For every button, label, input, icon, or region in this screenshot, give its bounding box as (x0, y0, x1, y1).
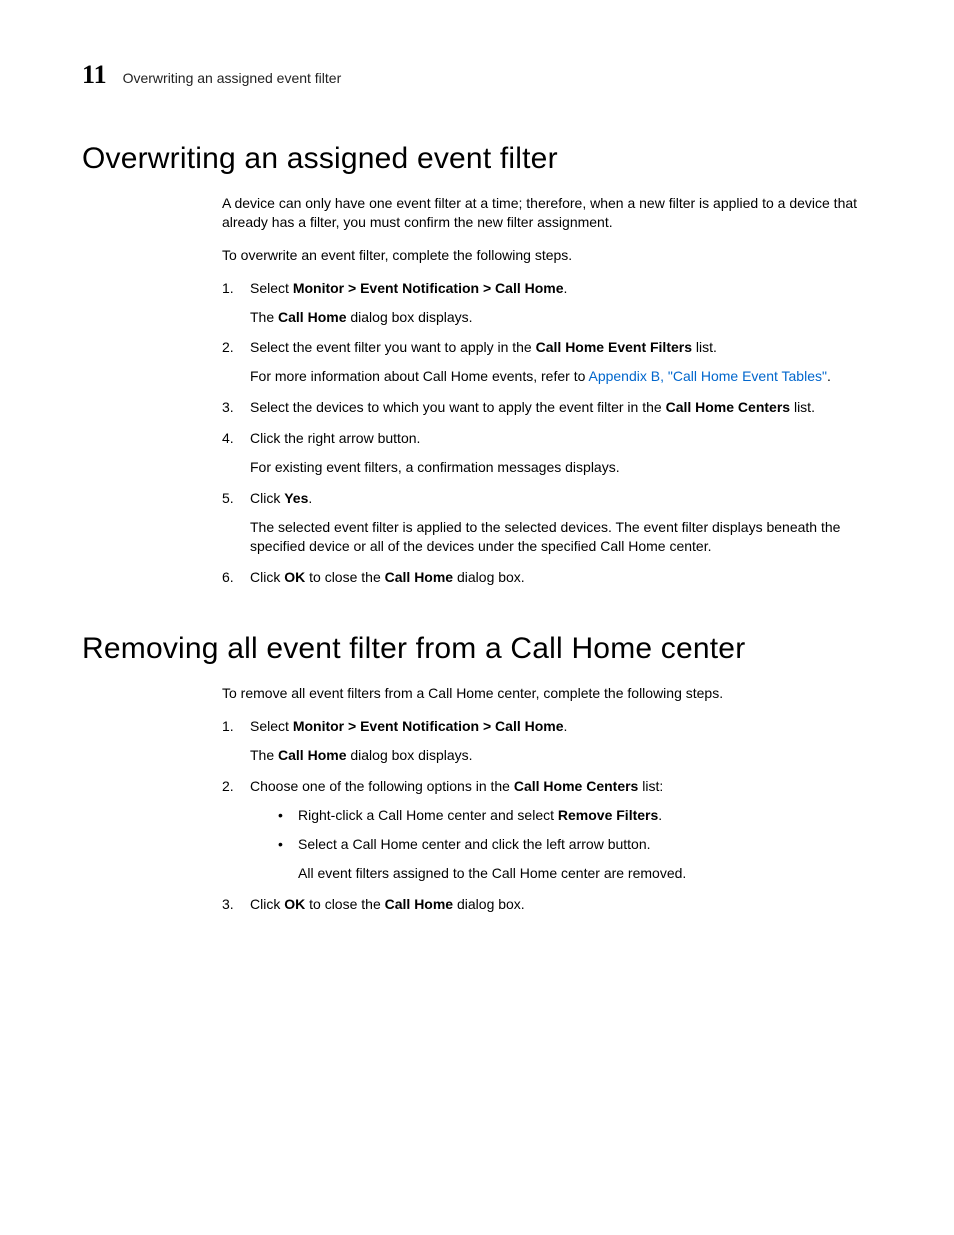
step-info: For more information about Call Home eve… (250, 368, 588, 384)
section-heading-removing: Removing all event filter from a Call Ho… (82, 632, 884, 666)
step-result: All event filters assigned to the Call H… (298, 864, 874, 883)
procedure-step: Select Monitor > Event Notification > Ca… (222, 279, 874, 327)
step-text: Click (250, 490, 284, 506)
step-text: Click (250, 569, 284, 585)
step-text: list. (790, 399, 815, 415)
ui-term: Call Home Centers (666, 399, 790, 415)
step-text: Select the devices to which you want to … (250, 399, 666, 415)
intro-paragraph: To remove all event filters from a Call … (222, 684, 874, 703)
page: 11 Overwriting an assigned event filter … (0, 0, 954, 986)
procedure-list: Select Monitor > Event Notification > Ca… (222, 279, 874, 587)
step-result: dialog box displays. (346, 747, 472, 763)
section1-body: A device can only have one event filter … (222, 194, 874, 586)
section-heading-overwriting: Overwriting an assigned event filter (82, 142, 884, 176)
ui-term: Call Home (385, 896, 453, 912)
ui-term: Call Home (278, 309, 346, 325)
step-text: Select (250, 280, 293, 296)
step-text: dialog box. (453, 569, 525, 585)
step-result: The selected event filter is applied to … (250, 518, 874, 556)
step-text: . (564, 718, 568, 734)
step-text: Select (250, 718, 293, 734)
menu-path: Monitor > Event Notification > Call Home (293, 718, 564, 734)
ui-term: Call Home (278, 747, 346, 763)
intro-paragraph: A device can only have one event filter … (222, 194, 874, 232)
step-text: dialog box. (453, 896, 525, 912)
intro-paragraph: To overwrite an event filter, complete t… (222, 246, 874, 265)
step-info: . (827, 368, 831, 384)
step-result: dialog box displays. (346, 309, 472, 325)
step-text: Select the event filter you want to appl… (250, 339, 536, 355)
option-text: Right-click a Call Home center and selec… (298, 807, 558, 823)
ui-term: OK (284, 569, 305, 585)
running-header: 11 Overwriting an assigned event filter (82, 60, 884, 90)
ui-term: Call Home Event Filters (536, 339, 692, 355)
option-list: Right-click a Call Home center and selec… (278, 806, 874, 883)
ui-term: Call Home (385, 569, 453, 585)
procedure-step: Click Yes. The selected event filter is … (222, 489, 874, 556)
procedure-step: Click the right arrow button. For existi… (222, 429, 874, 477)
ui-term: Yes (284, 490, 308, 506)
list-item: Select a Call Home center and click the … (278, 835, 874, 883)
step-text: Click (250, 896, 284, 912)
step-text: to close the (305, 569, 384, 585)
procedure-step: Click OK to close the Call Home dialog b… (222, 895, 874, 914)
step-text: . (564, 280, 568, 296)
step-result: The (250, 747, 278, 763)
cross-reference-link[interactable]: Appendix B, "Call Home Event Tables" (588, 368, 826, 384)
step-text: list. (692, 339, 717, 355)
procedure-step: Select the devices to which you want to … (222, 398, 874, 417)
list-item: Right-click a Call Home center and selec… (278, 806, 874, 825)
step-text: Click the right arrow button. (250, 429, 874, 448)
step-text: . (308, 490, 312, 506)
chapter-number: 11 (82, 60, 107, 90)
running-title: Overwriting an assigned event filter (123, 70, 342, 86)
ui-term: OK (284, 896, 305, 912)
option-text: Select a Call Home center and click the … (298, 835, 874, 854)
step-text: Choose one of the following options in t… (250, 778, 514, 794)
procedure-step: Choose one of the following options in t… (222, 777, 874, 883)
menu-path: Monitor > Event Notification > Call Home (293, 280, 564, 296)
step-text: to close the (305, 896, 384, 912)
step-result: The (250, 309, 278, 325)
step-text: list: (638, 778, 663, 794)
option-text: . (658, 807, 662, 823)
procedure-step: Click OK to close the Call Home dialog b… (222, 568, 874, 587)
ui-term: Remove Filters (558, 807, 658, 823)
ui-term: Call Home Centers (514, 778, 638, 794)
procedure-step: Select the event filter you want to appl… (222, 338, 874, 386)
step-result: For existing event filters, a confirmati… (250, 458, 874, 477)
procedure-step: Select Monitor > Event Notification > Ca… (222, 717, 874, 765)
section2-body: To remove all event filters from a Call … (222, 684, 874, 913)
procedure-list: Select Monitor > Event Notification > Ca… (222, 717, 874, 913)
